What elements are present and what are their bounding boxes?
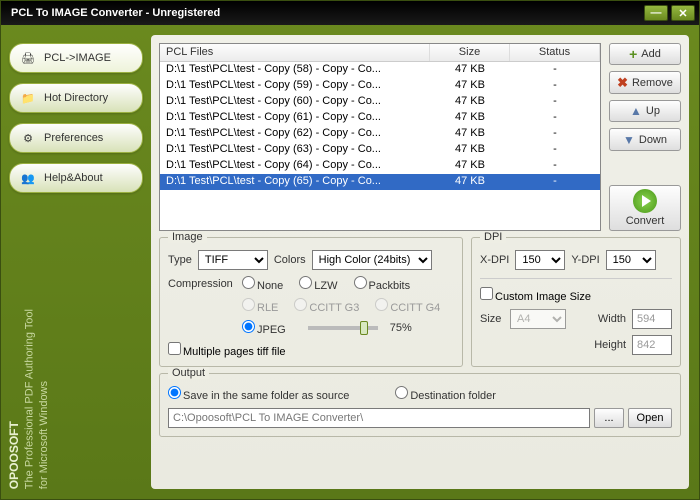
- window-title: PCL To IMAGE Converter - Unregistered: [11, 7, 644, 19]
- comp-g4: CCITT G4: [375, 298, 440, 314]
- xdpi-select[interactable]: 150: [515, 250, 565, 270]
- sidebar-item-label: Preferences: [44, 132, 103, 144]
- table-row[interactable]: D:\1 Test\PCL\test - Copy (59) - Copy - …: [160, 78, 600, 94]
- down-button[interactable]: ▼Down: [609, 128, 681, 150]
- comp-lzw[interactable]: LZW: [299, 276, 337, 292]
- folder-icon: 📁: [20, 90, 36, 106]
- table-row[interactable]: D:\1 Test\PCL\test - Copy (62) - Copy - …: [160, 126, 600, 142]
- type-select[interactable]: TIFF: [198, 250, 268, 270]
- remove-button[interactable]: ✖Remove: [609, 71, 681, 93]
- compression-label: Compression: [168, 278, 236, 290]
- output-fieldset: Output Save in the same folder as source…: [159, 373, 681, 437]
- sidebar-item-label: Hot Directory: [44, 92, 108, 104]
- type-label: Type: [168, 254, 192, 266]
- pcl-icon: 🖨: [20, 50, 36, 66]
- table-row[interactable]: D:\1 Test\PCL\test - Copy (58) - Copy - …: [160, 62, 600, 78]
- sidebar-item-help[interactable]: 👥 Help&About: [9, 163, 143, 193]
- width-input[interactable]: [632, 309, 672, 329]
- comp-none[interactable]: None: [242, 276, 283, 292]
- comp-rle: RLE: [242, 298, 278, 314]
- close-button[interactable]: ✕: [671, 5, 695, 21]
- play-icon: [633, 189, 657, 213]
- file-list[interactable]: PCL Files Size Status D:\1 Test\PCL\test…: [159, 43, 601, 231]
- custom-size-checkbox[interactable]: Custom Image Size: [480, 287, 591, 303]
- output-same-folder[interactable]: Save in the same folder as source: [168, 386, 349, 402]
- main-panel: PCL Files Size Status D:\1 Test\PCL\test…: [151, 35, 689, 489]
- output-path-input[interactable]: [168, 408, 590, 428]
- comp-packbits[interactable]: Packbits: [354, 276, 411, 292]
- gear-icon: ⚙: [20, 130, 36, 146]
- up-button[interactable]: ▲Up: [609, 100, 681, 122]
- table-row[interactable]: D:\1 Test\PCL\test - Copy (63) - Copy - …: [160, 142, 600, 158]
- browse-button[interactable]: ...: [594, 408, 624, 428]
- sidebar-item-label: Help&About: [44, 172, 103, 184]
- comp-g3: CCITT G3: [294, 298, 359, 314]
- convert-button[interactable]: Convert: [609, 185, 681, 231]
- minimize-button[interactable]: —: [644, 5, 668, 21]
- height-input[interactable]: [632, 335, 672, 355]
- colors-label: Colors: [274, 254, 306, 266]
- open-button[interactable]: Open: [628, 408, 672, 428]
- table-row[interactable]: D:\1 Test\PCL\test - Copy (60) - Copy - …: [160, 94, 600, 110]
- list-header: PCL Files Size Status: [160, 44, 600, 62]
- arrow-down-icon: ▼: [623, 133, 635, 147]
- sidebar-item-label: PCL->IMAGE: [44, 52, 111, 64]
- jpeg-quality: 75%: [390, 322, 412, 334]
- ydpi-select[interactable]: 150: [606, 250, 656, 270]
- table-row[interactable]: D:\1 Test\PCL\test - Copy (65) - Copy - …: [160, 174, 600, 190]
- multipage-checkbox[interactable]: Multiple pages tiff file: [168, 342, 286, 358]
- image-fieldset: Image Type TIFF Colors High Color (24bit…: [159, 237, 463, 367]
- table-row[interactable]: D:\1 Test\PCL\test - Copy (61) - Copy - …: [160, 110, 600, 126]
- x-icon: ✖: [617, 75, 628, 91]
- brand-vertical: for Microsoft Windows The Professional P…: [7, 309, 51, 489]
- output-dest-folder[interactable]: Destination folder: [395, 386, 496, 402]
- jpeg-slider[interactable]: [308, 326, 378, 330]
- dpi-fieldset: DPI X-DPI 150 Y-DPI 150 Custom Image Siz…: [471, 237, 681, 367]
- sidebar: 🖨 PCL->IMAGE 📁 Hot Directory ⚙ Preferenc…: [1, 25, 151, 499]
- main-window: PCL To IMAGE Converter - Unregistered — …: [0, 0, 700, 500]
- titlebar: PCL To IMAGE Converter - Unregistered — …: [1, 1, 699, 25]
- col-header-size[interactable]: Size: [430, 44, 510, 61]
- comp-jpeg[interactable]: JPEG: [242, 320, 286, 336]
- colors-select[interactable]: High Color (24bits): [312, 250, 432, 270]
- plus-icon: +: [629, 46, 637, 62]
- sidebar-item-hot-directory[interactable]: 📁 Hot Directory: [9, 83, 143, 113]
- size-select[interactable]: A4: [510, 309, 566, 329]
- people-icon: 👥: [20, 170, 36, 186]
- add-button[interactable]: +Add: [609, 43, 681, 65]
- table-row[interactable]: D:\1 Test\PCL\test - Copy (64) - Copy - …: [160, 158, 600, 174]
- sidebar-item-pcl-image[interactable]: 🖨 PCL->IMAGE: [9, 43, 143, 73]
- sidebar-item-preferences[interactable]: ⚙ Preferences: [9, 123, 143, 153]
- col-header-status[interactable]: Status: [510, 44, 600, 61]
- arrow-up-icon: ▲: [630, 104, 642, 118]
- col-header-file[interactable]: PCL Files: [160, 44, 430, 61]
